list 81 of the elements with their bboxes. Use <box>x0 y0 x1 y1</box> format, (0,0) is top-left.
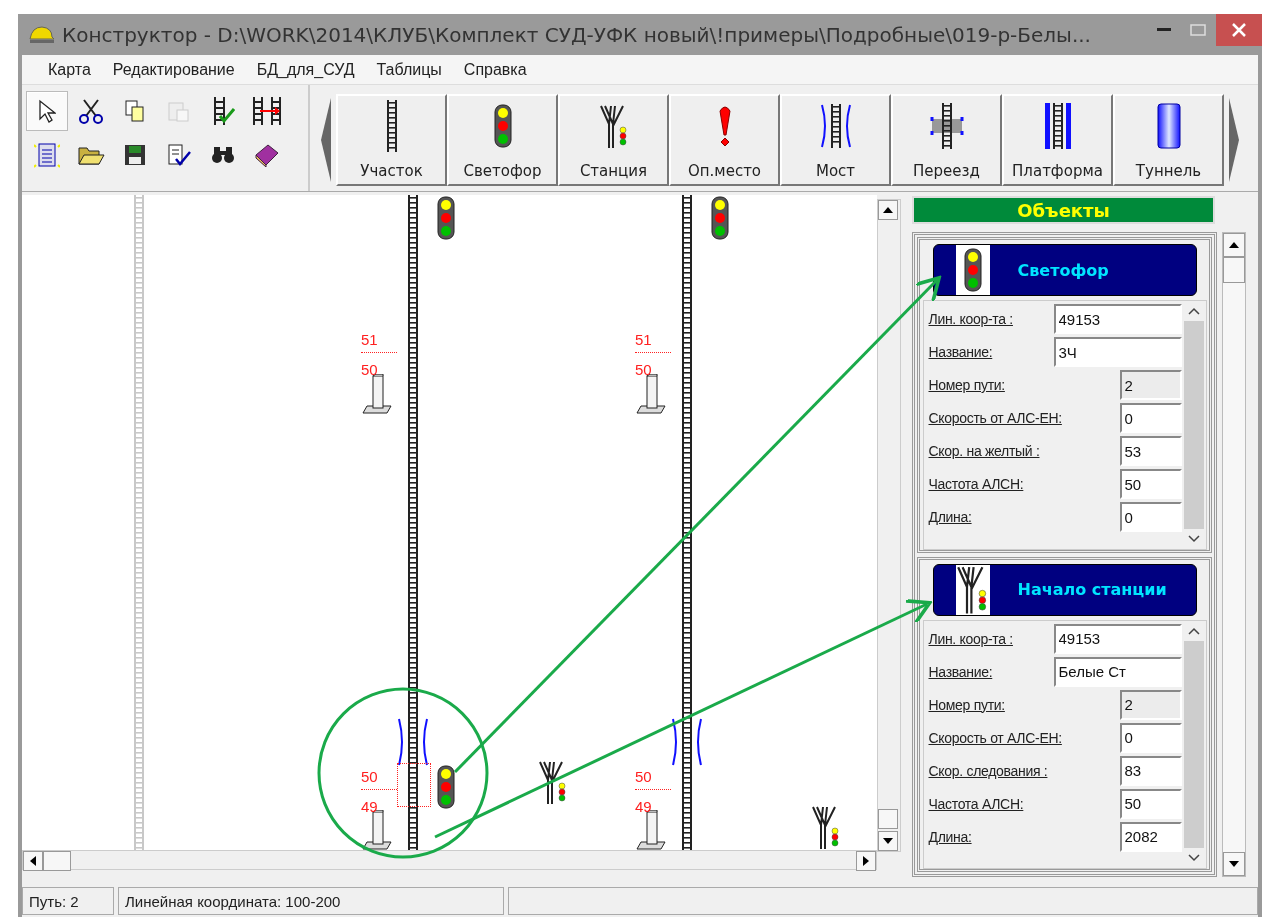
station-icon <box>811 805 841 849</box>
binoculars-icon <box>210 145 236 165</box>
palette-button[interactable]: Платформа <box>1002 94 1113 186</box>
close-button[interactable] <box>1216 14 1262 46</box>
helmet-icon <box>28 24 54 45</box>
km-number: 49 <box>361 799 378 814</box>
bridge-bracket-icon <box>696 718 702 766</box>
object-header-button[interactable]: Начало станции <box>932 563 1197 616</box>
document-check-icon <box>167 143 191 167</box>
open-folder-icon <box>77 144 105 166</box>
close-icon <box>1232 23 1246 37</box>
vertical-scrollbar[interactable] <box>877 199 901 852</box>
signal-icon <box>437 196 455 240</box>
signal-icon <box>437 765 455 809</box>
km-number: 50 <box>635 362 652 377</box>
bridge-bracket-icon <box>422 718 428 766</box>
station-icon <box>598 104 629 148</box>
minimize-icon <box>1157 28 1171 32</box>
palette-button[interactable]: Мост <box>780 94 891 186</box>
scroll-left-icon[interactable] <box>321 98 331 182</box>
book-icon <box>254 143 280 167</box>
signal-icon <box>493 104 512 148</box>
scissors-icon <box>78 98 104 124</box>
km-number: 50 <box>635 769 652 784</box>
station-icon <box>956 565 989 614</box>
exclamation-icon <box>718 105 731 147</box>
milepost-icon <box>361 374 395 414</box>
palette-button[interactable]: Станция <box>558 94 669 186</box>
status-text: Линейная координата: 100-200 <box>118 887 504 915</box>
down-arrow-icon <box>1229 861 1239 867</box>
crossing-icon <box>929 103 964 149</box>
track-check-icon <box>211 97 235 125</box>
palette-button[interactable]: Оп.место <box>669 94 780 186</box>
palette-button[interactable]: Светофор <box>447 94 558 186</box>
bridge-icon <box>818 104 853 148</box>
tunnel-icon <box>1155 103 1182 149</box>
map-canvas[interactable]: 51 50 51 50 50 49 50 49 <box>22 195 877 850</box>
up-arrow-icon <box>883 207 893 213</box>
left-arrow-icon <box>30 856 36 866</box>
km-number: 51 <box>361 332 378 347</box>
paste-icon <box>167 99 191 123</box>
km-number: 50 <box>361 769 378 784</box>
palette-button[interactable]: Участок <box>336 94 447 186</box>
signal-icon <box>711 196 729 240</box>
copy-icon <box>124 99 146 123</box>
new-document-icon <box>34 141 60 169</box>
scrollbar-thumb[interactable] <box>878 809 898 829</box>
km-number: 50 <box>361 362 378 377</box>
menu-item[interactable]: Карта <box>48 60 91 79</box>
scrollbar-thumb[interactable] <box>43 851 71 871</box>
menu-item[interactable]: Таблицы <box>376 60 442 79</box>
down-arrow-icon <box>883 838 893 844</box>
panel-scrollbar[interactable] <box>1222 232 1246 877</box>
menu-item[interactable]: Справка <box>463 60 527 79</box>
toolbar-button[interactable] <box>26 91 68 131</box>
menu-item[interactable]: Редактирование <box>112 60 235 79</box>
track-icon <box>386 100 397 152</box>
scrollbar-thumb[interactable] <box>1223 257 1245 283</box>
bridge-bracket-icon <box>672 718 678 766</box>
milepost-icon <box>635 810 669 850</box>
bridge-bracket-icon <box>398 718 404 766</box>
window-title: Конструктор - D:\WORK\2014\КЛУБ\Комплект СУД-УФК новый\!примеры\Подробные\019-р-Белы... <box>62 22 1092 47</box>
up-arrow-icon <box>1229 242 1239 248</box>
horizontal-scrollbar[interactable] <box>22 850 877 870</box>
right-arrow-icon <box>863 856 869 866</box>
object-header-button[interactable]: Светофор <box>932 244 1197 296</box>
scroll-right-icon[interactable] <box>1229 98 1239 182</box>
track-move-icon <box>251 97 283 125</box>
signal-icon <box>963 248 982 292</box>
palette-button[interactable]: Туннель <box>1113 94 1224 186</box>
pointer-icon <box>38 99 56 123</box>
station-icon <box>538 760 568 804</box>
maximize-icon <box>1190 24 1206 36</box>
menu-item[interactable]: БД_для_СУД <box>256 60 355 79</box>
km-number: 49 <box>635 799 652 814</box>
palette-button[interactable]: Переезд <box>891 94 1002 186</box>
milepost-icon <box>635 374 669 414</box>
milepost-icon <box>361 810 395 850</box>
panel-title: Объекты <box>912 196 1215 224</box>
km-number: 51 <box>635 332 652 347</box>
status-text: Путь: 2 <box>22 887 114 915</box>
